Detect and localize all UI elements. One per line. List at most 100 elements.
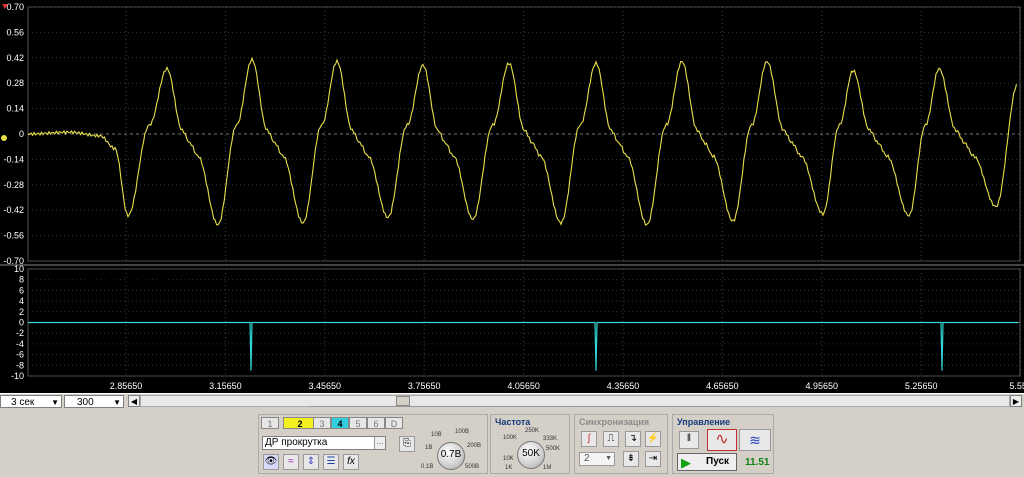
timebase-select[interactable]: 3 сек ▼ xyxy=(0,395,62,408)
scroll-right-icon[interactable]: ▶ xyxy=(1010,395,1022,407)
frequency-label: 250K xyxy=(525,428,540,434)
y-tick-label: -0.56 xyxy=(3,231,24,241)
channel-name-field[interactable]: ДР прокрутка … xyxy=(262,436,386,450)
channel-tab-3[interactable]: 3 xyxy=(313,417,331,429)
more-icon[interactable]: … xyxy=(374,437,385,449)
frequency-knob-value: 50K xyxy=(522,448,540,459)
channel-tab-1[interactable]: 1 xyxy=(261,417,279,429)
channel-name-value: ДР прокрутка xyxy=(265,437,328,448)
noise-mode-icon[interactable]: ≋ xyxy=(739,429,771,451)
y-tick-label: -6 xyxy=(16,350,24,360)
channel-tab-D[interactable]: D xyxy=(385,417,403,429)
y-tick-label: 10 xyxy=(14,264,24,274)
voltage-knob-value: 0.7В xyxy=(440,449,462,460)
menu-icon[interactable]: ☰ xyxy=(323,454,339,470)
control-group: Управление ‖ ∿ ≋ ▶ Пуск 11.51 xyxy=(672,414,774,474)
y-tick-label: 6 xyxy=(19,285,24,295)
sync-shift-icon[interactable]: ⇥ xyxy=(645,451,661,467)
x-tick-label: 3.45650 xyxy=(309,381,342,391)
counter-value: 11.51 xyxy=(745,457,770,468)
channel-tab-6[interactable]: 6 xyxy=(367,417,385,429)
samples-select[interactable]: 300 ▼ xyxy=(64,395,124,408)
voltage-label: 0.1В xyxy=(421,464,434,470)
arrows-vertical-icon[interactable]: ⇕ xyxy=(303,454,319,470)
frequency-label: 1M xyxy=(543,465,552,471)
frequency-label: 100K xyxy=(503,435,518,441)
y-tick-label: -0.42 xyxy=(3,205,24,215)
frequency-title: Частота xyxy=(495,417,531,427)
y-tick-label: 8 xyxy=(19,275,24,285)
y-tick-label: -10 xyxy=(11,371,24,381)
y-tick-label: -0.28 xyxy=(3,180,24,190)
voltage-label: 10В xyxy=(431,432,442,438)
y-tick-label: 0 xyxy=(19,129,24,139)
y-tick-label: 4 xyxy=(19,296,24,306)
y-tick-label: 0 xyxy=(19,318,24,328)
scrollbar-thumb[interactable] xyxy=(396,396,410,406)
sync-title: Синхронизация xyxy=(579,417,650,427)
oscilloscope-display[interactable]: 2.85650 3.15650 3.45650 3.75650 4.05650 4.356… xyxy=(0,0,1024,393)
x-tick-label: 5.25650 xyxy=(905,381,938,391)
y-tick-label: 0.28 xyxy=(6,78,24,88)
timebase-value: 3 сек xyxy=(11,397,35,408)
frequency-group: Частота 50K 250K 100K 333K 500K 10K 1K 1… xyxy=(490,414,570,474)
frequency-label: 500K xyxy=(546,446,561,452)
y-tick-label: -8 xyxy=(16,360,24,370)
play-icon: ▶ xyxy=(681,455,691,470)
x-tick-label: 3.75650 xyxy=(408,381,441,391)
x-tick-label: 2.85650 xyxy=(110,381,143,391)
chevron-down-icon: ▼ xyxy=(113,398,121,407)
save-icon[interactable]: ⎘ xyxy=(399,436,415,452)
chevron-down-icon: ▼ xyxy=(51,398,59,407)
control-title: Управление xyxy=(677,417,731,427)
rising-edge-icon[interactable]: ∫ xyxy=(581,431,597,447)
sync-level-icon[interactable]: ⇟ xyxy=(623,451,639,467)
x-tick-label: 4.95650 xyxy=(806,381,839,391)
channel1-title: 2 ДР прокрутка (В) xyxy=(30,16,135,30)
x-tick-label: 4.05650 xyxy=(507,381,540,391)
eye-icon[interactable]: 👁 xyxy=(263,454,279,470)
scope-plot: 2.85650 3.15650 3.45650 3.75650 4.05650 4.356… xyxy=(0,2,1024,391)
edge-down-icon[interactable]: ⎍ xyxy=(603,431,619,447)
x-tick-label: 4.35650 xyxy=(607,381,640,391)
frequency-knob[interactable]: 50K xyxy=(517,441,545,469)
channel-tab-4[interactable]: 4 xyxy=(331,417,349,429)
x-tick-label: 3.15650 xyxy=(209,381,242,391)
x-tick-label: 5.556 xyxy=(1009,381,1024,391)
start-button[interactable]: ▶ Пуск xyxy=(677,453,737,471)
y-tick-label: 2 xyxy=(19,307,24,317)
y-tick-label: -2 xyxy=(16,328,24,338)
frequency-label: 1K xyxy=(505,465,513,471)
channel1-marker xyxy=(1,135,7,141)
samples-value: 300 xyxy=(77,397,94,408)
channel2-trace xyxy=(28,321,1018,371)
sine-mode-icon[interactable]: ∿ xyxy=(707,429,737,451)
y-tick-label: 0.14 xyxy=(6,104,24,114)
voltage-knob[interactable]: 0.7В xyxy=(437,442,465,470)
scroll-left-icon[interactable]: ◀ xyxy=(128,395,140,407)
waveform-icon[interactable]: ≈ xyxy=(283,454,299,470)
y-tick-label: 0.56 xyxy=(6,27,24,37)
y-tick-label: 0.70 xyxy=(6,2,24,12)
channel-tab-5[interactable]: 5 xyxy=(349,417,367,429)
sync-channel-select[interactable]: 2 ▼ xyxy=(579,452,615,466)
channel-tab-2[interactable]: 2 xyxy=(283,417,317,429)
sync-group: Синхронизация ∫ ⎍ ↴ ⚡ 2 ▼ ⇟ ⇥ xyxy=(574,414,668,474)
voltage-label: 500В xyxy=(465,464,480,470)
voltage-label: 1В xyxy=(425,445,433,451)
voltage-label: 100В xyxy=(455,429,470,435)
channel1-frame xyxy=(27,6,1021,262)
start-label: Пуск xyxy=(706,456,730,467)
y-tick-label: -4 xyxy=(16,339,24,349)
chevron-down-icon: ▼ xyxy=(605,455,612,462)
frequency-label: 10K xyxy=(503,456,514,462)
pause-icon[interactable]: ‖ xyxy=(679,431,699,449)
sync-channel-value: 2 xyxy=(584,453,590,464)
frequency-label: 333K xyxy=(543,436,558,442)
trigger-icon[interactable]: ⚡ xyxy=(645,431,661,447)
channel2-title: 4 Датчик синхронизации (В) xyxy=(30,274,186,288)
function-icon[interactable]: fx xyxy=(343,454,359,470)
x-tick-label: 4.65650 xyxy=(706,381,739,391)
step-icon[interactable]: ↴ xyxy=(625,431,641,447)
voltage-label: 200В xyxy=(467,443,482,449)
